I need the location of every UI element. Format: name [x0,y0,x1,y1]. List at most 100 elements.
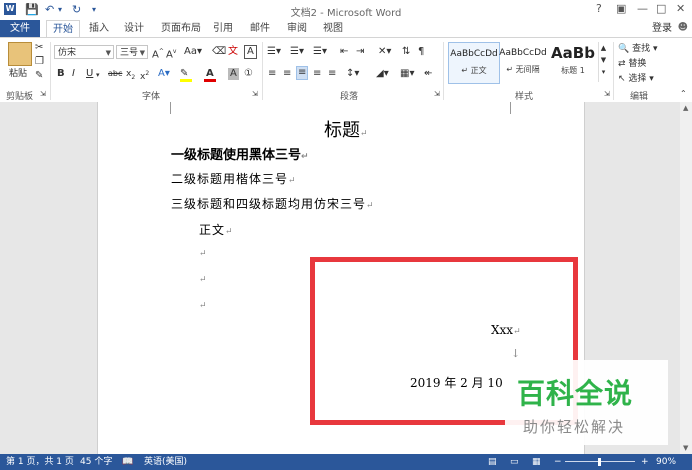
status-bar: 第 1 页，共 1 页 45 个字 📖 英语(美国) ▤ ▭ ▦ − + 90% [0,454,692,470]
replace-button[interactable]: ⇄ 替换 [618,58,646,70]
title-bar: W 💾 ↶ ▾ ↻ ▾ 文档2 - Microsoft Word ? ▣ — □… [0,0,692,21]
chinese-layout-icon[interactable]: ✕▾ [378,46,391,58]
tab-home[interactable]: 开始 [46,20,80,38]
read-mode-icon[interactable]: ▤ [488,454,497,470]
subscript-button[interactable]: x2 [126,68,135,84]
ribbon-tabs: 文件 开始 插入 设计 页面布局 引用 邮件 审阅 视图 登录 ☻ [0,20,692,38]
select-button[interactable]: ↖ 选择 ▾ [618,73,654,85]
shading-icon[interactable]: ◢▾ [376,68,389,80]
doc-title: 标题↵ [324,120,368,141]
tab-page-layout[interactable]: 页面布局 [161,20,201,37]
justify-icon[interactable]: ≡ [313,68,321,80]
page-count[interactable]: 第 1 页，共 1 页 [6,454,74,470]
superscript-button[interactable]: x2 [140,68,149,83]
format-painter-icon[interactable]: ✎ [35,70,43,82]
style-normal-label: ↵ 正文 [461,66,487,75]
paragraph-launcher-icon[interactable]: ⇲ [434,88,440,100]
font-size-select[interactable]: 三号 ▼ [116,45,148,59]
underline-dropdown-icon[interactable]: ▾ [96,69,100,81]
font-name-select[interactable]: 仿宋 ▼ [54,45,114,59]
close-button[interactable]: ✕ [676,2,685,15]
vertical-scrollbar[interactable]: ▲ ▼ [680,102,692,454]
print-layout-icon[interactable]: ▭ [510,454,519,470]
watermark-logo: 百科全说 助你轻松解决 [505,360,668,445]
proofing-icon[interactable]: 📖 [122,454,133,470]
multilevel-list-icon[interactable]: ☰▾ [313,46,327,58]
increase-indent-icon[interactable]: ⇥ [356,46,364,58]
zoom-slider-thumb[interactable] [598,458,601,466]
language-indicator[interactable]: 英语(美国) [144,454,187,470]
watermark-title: 百科全说 [517,377,634,410]
asian-typography-icon[interactable]: ↞ [424,68,432,80]
copy-icon[interactable]: ❐ [35,56,44,68]
clear-format-icon[interactable]: ⌫ [212,46,226,58]
sort-icon[interactable]: ⇅ [402,46,410,58]
help-button[interactable]: ? [596,2,602,15]
phonetic-guide-icon[interactable]: 文 [228,46,238,58]
line-spacing-icon[interactable]: ↕▾ [346,68,359,80]
style-normal[interactable]: AaBbCcDd ↵ 正文 [448,42,500,84]
tab-review[interactable]: 审阅 [287,20,307,37]
italic-button[interactable]: I [72,68,75,80]
show-marks-icon[interactable]: ¶ [418,46,424,58]
strikethrough-button[interactable]: abc [108,68,122,80]
minimize-button[interactable]: — [637,2,648,15]
align-right-icon[interactable]: ≡ [296,66,309,80]
ribbon-display-icon[interactable]: ▣ [616,2,626,15]
user-icon[interactable]: ☻ [678,22,688,33]
web-layout-icon[interactable]: ▦ [532,454,541,470]
find-button[interactable]: 🔍 查找 ▾ [618,43,658,55]
style-no-spacing-label: ↵ 无间隔 [506,65,540,74]
tab-mailings[interactable]: 邮件 [250,20,270,37]
tab-design[interactable]: 设计 [124,20,144,37]
distributed-icon[interactable]: ≡ [328,68,336,80]
zoom-level[interactable]: 90% [656,454,676,470]
clipboard-launcher-icon[interactable]: ⇲ [40,88,46,100]
text-effects-icon[interactable]: A▾ [158,68,170,80]
word-count[interactable]: 45 个字 [80,454,112,470]
window-title: 文档2 - Microsoft Word [290,8,402,19]
font-launcher-icon[interactable]: ⇲ [252,88,258,100]
change-case-icon[interactable]: Aa▾ [184,46,202,58]
char-border-icon[interactable]: A [244,45,257,59]
grow-font-icon[interactable]: A^ [152,46,164,61]
align-center-icon[interactable]: ≡ [283,68,291,80]
ribbon: 粘贴 ✂ ❐ ✎ 剪贴板 ⇲ 仿宋 ▼ 三号 ▼ A^ Av Aa▾ ⌫ 文 A B… [0,37,692,103]
char-shading-icon[interactable]: A [228,68,239,80]
borders-icon[interactable]: ▦▾ [400,68,414,80]
style-heading-1[interactable]: AaBb 标题 1 [548,42,598,82]
styles-scroll[interactable]: ▲ ▼ ▾ [598,42,608,82]
styles-launcher-icon[interactable]: ⇲ [604,88,610,100]
enclose-char-icon[interactable]: ① [244,68,253,80]
decrease-indent-icon[interactable]: ⇤ [340,46,348,58]
cut-icon[interactable]: ✂ [35,42,43,54]
watermark-subtitle: 助你轻松解决 [523,418,626,436]
scroll-up-icon[interactable]: ▲ [683,104,688,112]
style-no-spacing-preview: AaBbCcDd [499,48,547,58]
replace-label: 替换 [628,59,647,69]
scroll-down-icon[interactable]: ▼ [683,444,688,452]
align-left-icon[interactable]: ≡ [268,68,276,80]
crop-mark-left [158,102,171,114]
tab-references[interactable]: 引用 [213,20,233,37]
bold-button[interactable]: B [57,68,65,80]
paragraph-group-label: 段落 [340,92,359,102]
style-no-spacing[interactable]: AaBbCcDd ↵ 无间隔 [498,42,548,82]
collapse-ribbon-icon[interactable]: ⌃ [680,88,687,100]
tab-file[interactable]: 文件 [0,20,40,37]
zoom-out-icon[interactable]: − [554,454,562,470]
numbering-icon[interactable]: ☰▾ [290,46,304,58]
maximize-button[interactable]: □ [656,2,666,15]
paste-button[interactable]: 粘贴 [9,66,27,79]
crop-mark-right [510,102,523,114]
bullets-icon[interactable]: ☰▾ [267,46,281,58]
paste-icon[interactable] [8,42,32,66]
style-heading-1-label: 标题 1 [561,66,585,75]
shrink-font-icon[interactable]: Av [166,46,176,61]
underline-button[interactable]: U [86,68,93,80]
tab-view[interactable]: 视图 [323,20,343,37]
login-link[interactable]: 登录 [652,20,672,37]
tab-insert[interactable]: 插入 [89,20,109,37]
zoom-in-icon[interactable]: + [641,454,649,470]
font-size-value: 三号 [120,48,139,58]
